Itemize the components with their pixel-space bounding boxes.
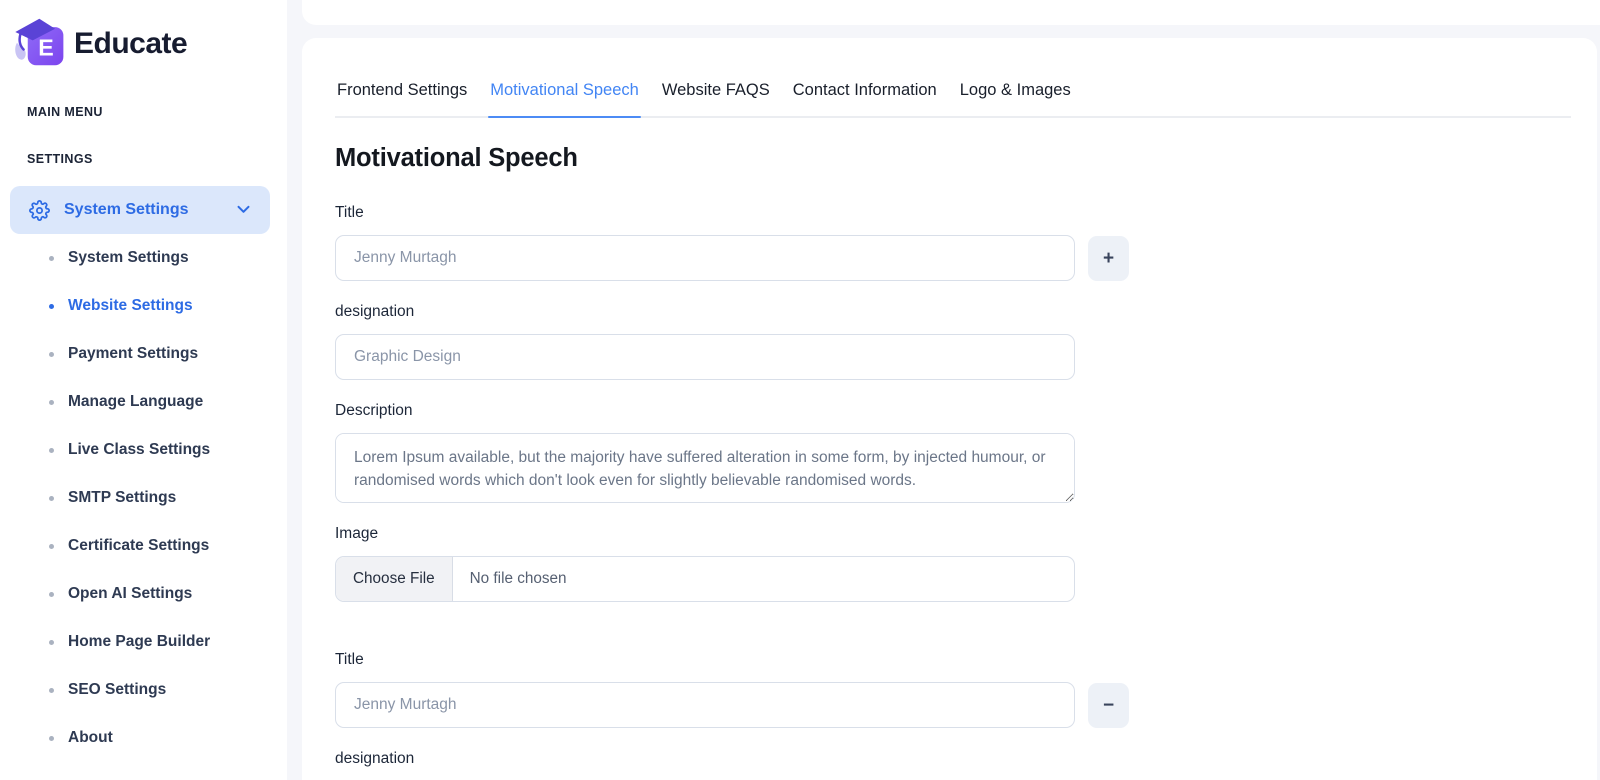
- tab-website-faqs[interactable]: Website FAQS: [660, 81, 772, 116]
- speech-entry-section-1: Title + designation Description Image Ch…: [335, 204, 1571, 602]
- sidebar-item-label: Website Settings: [68, 297, 193, 315]
- sidebar: E Educate MAIN MENU SETTINGS System Sett…: [0, 0, 287, 780]
- bullet-icon: [49, 496, 54, 501]
- website-settings-card: Frontend Settings Motivational Speech We…: [302, 38, 1597, 780]
- sidebar-item-label: Home Page Builder: [68, 633, 210, 651]
- title-label: Title: [335, 651, 1571, 669]
- svg-text:E: E: [38, 34, 53, 60]
- bullet-icon: [49, 640, 54, 645]
- sidebar-item-about[interactable]: About: [0, 714, 287, 762]
- sidebar-item-certificate-settings[interactable]: Certificate Settings: [0, 522, 287, 570]
- brand-name: Educate: [74, 27, 187, 61]
- image-label: Image: [335, 525, 1571, 543]
- sidebar-item-system-settings[interactable]: System Settings: [0, 234, 287, 282]
- sidebar-item-home-page-builder[interactable]: Home Page Builder: [0, 618, 287, 666]
- sidebar-sub-list: System Settings Website Settings Payment…: [0, 234, 287, 762]
- sidebar-item-website-settings[interactable]: Website Settings: [0, 282, 287, 330]
- sidebar-item-label: Open AI Settings: [68, 585, 192, 603]
- designation-label: designation: [335, 750, 1571, 768]
- sidebar-item-label: Certificate Settings: [68, 537, 209, 555]
- title-label: Title: [335, 204, 1571, 222]
- sidebar-item-label: Payment Settings: [68, 345, 198, 363]
- tab-logo-images[interactable]: Logo & Images: [958, 81, 1073, 116]
- bullet-icon: [49, 448, 54, 453]
- main-area: Frontend Settings Motivational Speech We…: [302, 0, 1600, 780]
- bullet-icon: [49, 736, 54, 741]
- logo-link[interactable]: E Educate: [0, 0, 287, 78]
- sidebar-item-label: Live Class Settings: [68, 441, 210, 459]
- sidebar-item-smtp-settings[interactable]: SMTP Settings: [0, 474, 287, 522]
- title-input[interactable]: [335, 235, 1075, 281]
- bullet-icon: [49, 400, 54, 405]
- bullet-icon: [49, 352, 54, 357]
- tab-frontend-settings[interactable]: Frontend Settings: [335, 81, 469, 116]
- designation-label: designation: [335, 303, 1571, 321]
- sidebar-item-label: Manage Language: [68, 393, 203, 411]
- sidebar-item-payment-settings[interactable]: Payment Settings: [0, 330, 287, 378]
- description-textarea[interactable]: [335, 433, 1075, 503]
- sidebar-item-manage-language[interactable]: Manage Language: [0, 378, 287, 426]
- chevron-down-icon: [237, 201, 250, 219]
- sidebar-section-settings: SETTINGS: [0, 152, 287, 166]
- tab-motivational-speech[interactable]: Motivational Speech: [488, 81, 641, 116]
- sidebar-item-label: SEO Settings: [68, 681, 166, 699]
- sidebar-item-label: About: [68, 729, 113, 747]
- file-status-text: No file chosen: [453, 557, 567, 601]
- settings-tab-bar: Frontend Settings Motivational Speech We…: [335, 38, 1571, 118]
- page-title: Motivational Speech: [335, 144, 1571, 173]
- description-label: Description: [335, 402, 1571, 420]
- sidebar-item-live-class-settings[interactable]: Live Class Settings: [0, 426, 287, 474]
- educate-logo-icon: E: [12, 13, 70, 76]
- bullet-icon: [49, 544, 54, 549]
- sidebar-item-open-ai-settings[interactable]: Open AI Settings: [0, 570, 287, 618]
- bullet-icon: [49, 304, 54, 309]
- choose-file-button[interactable]: Choose File: [336, 557, 453, 601]
- sidebar-item-label: System Settings: [68, 249, 189, 267]
- sidebar-item-label: SMTP Settings: [68, 489, 176, 507]
- header-strip: [302, 0, 1600, 25]
- tab-contact-information[interactable]: Contact Information: [791, 81, 939, 116]
- designation-input[interactable]: [335, 334, 1075, 380]
- sidebar-parent-label: System Settings: [64, 201, 188, 219]
- speech-entry-section-2: Title − designation: [335, 651, 1571, 768]
- sidebar-item-system-settings-parent[interactable]: System Settings: [10, 186, 270, 234]
- title-input[interactable]: [335, 682, 1075, 728]
- bullet-icon: [49, 592, 54, 597]
- sidebar-section-main-menu: MAIN MENU: [0, 105, 287, 119]
- bullet-icon: [49, 688, 54, 693]
- add-entry-button[interactable]: +: [1088, 236, 1129, 281]
- sidebar-item-seo-settings[interactable]: SEO Settings: [0, 666, 287, 714]
- gear-icon: [29, 200, 50, 221]
- image-file-input[interactable]: Choose File No file chosen: [335, 556, 1075, 602]
- bullet-icon: [49, 256, 54, 261]
- remove-entry-button[interactable]: −: [1088, 683, 1129, 728]
